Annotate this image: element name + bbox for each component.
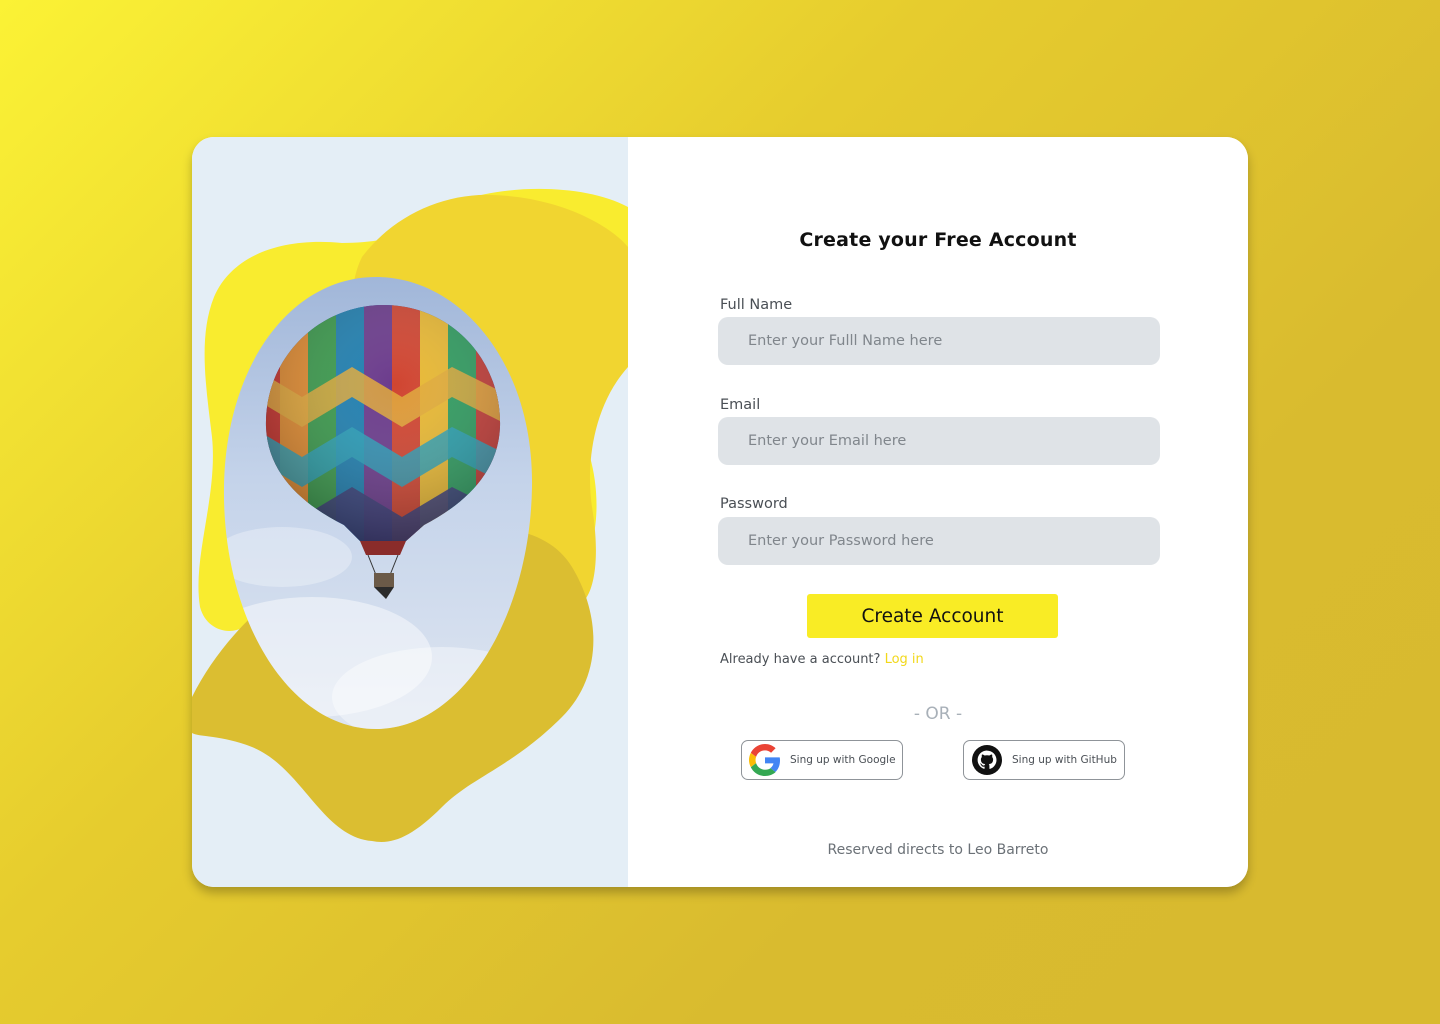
google-icon <box>749 744 780 776</box>
github-icon <box>972 745 1002 775</box>
signup-card: Create your Free Account Full Name Email… <box>192 137 1248 887</box>
form-title: Create your Free Account <box>799 229 1077 251</box>
google-signup-label: Sing up with Google <box>790 754 896 766</box>
signup-form-panel: Create your Free Account Full Name Email… <box>628 137 1248 887</box>
login-prompt-row: Already have a account? Log in <box>720 652 924 667</box>
create-account-button[interactable]: Create Account <box>807 594 1058 638</box>
hero-panel <box>192 137 628 887</box>
footer-credit: Reserved directs to Leo Barreto <box>827 842 1049 858</box>
password-input[interactable] <box>718 517 1160 565</box>
email-input[interactable] <box>718 417 1160 465</box>
login-link[interactable]: Log in <box>885 652 924 667</box>
full-name-label: Full Name <box>720 297 793 313</box>
full-name-input[interactable] <box>718 317 1160 365</box>
google-signup-button[interactable]: Sing up with Google <box>741 740 903 780</box>
email-label: Email <box>720 397 761 413</box>
github-signup-button[interactable]: Sing up with GitHub <box>963 740 1125 780</box>
hero-illustration <box>192 188 628 842</box>
or-separator: - OR - <box>913 704 963 724</box>
login-prompt-text: Already have a account? <box>720 652 881 667</box>
github-signup-label: Sing up with GitHub <box>1012 754 1117 766</box>
password-label: Password <box>720 496 788 512</box>
